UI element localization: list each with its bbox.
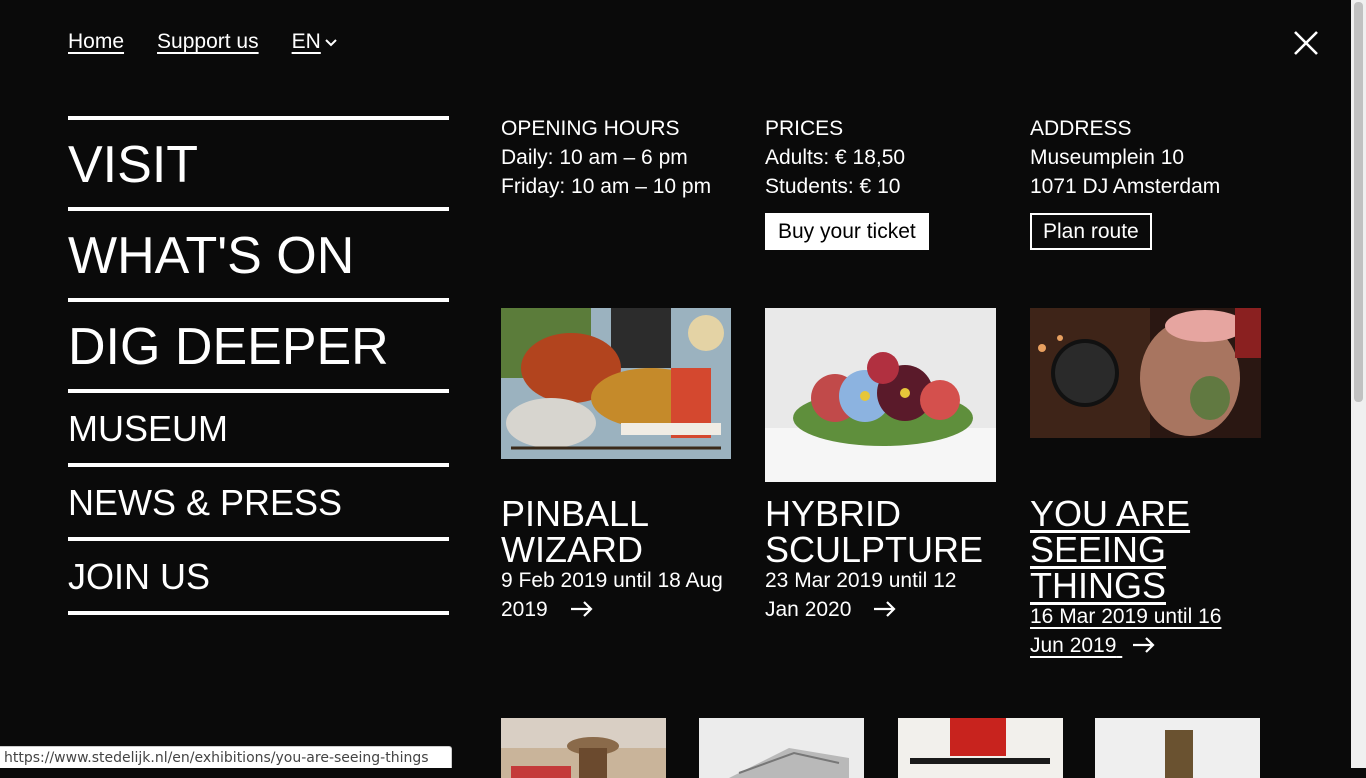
menu-item-label: NEWS & PRESS: [68, 482, 343, 523]
price-adults: Adults: € 18,50: [765, 146, 906, 169]
arrow-right-icon: [1133, 637, 1155, 653]
arrow-right-icon: [874, 601, 896, 617]
exhibition-image: [765, 308, 996, 482]
arrow-right-icon: [570, 601, 593, 617]
exhibition-card-you-are-seeing-things[interactable]: YOU ARE SEEING THINGS 16 Mar 2019 until 16…: [1030, 308, 1261, 657]
home-link[interactable]: Home: [68, 30, 124, 54]
exhibition-dates: 16 Mar 2019 until 16 Jun 2019: [1030, 605, 1222, 657]
opening-hours-daily: Daily: 10 am – 6 pm: [501, 146, 688, 169]
menu-item-museum[interactable]: MUSEUM: [68, 389, 449, 463]
address-city: 1071 DJ Amsterdam: [1030, 175, 1221, 198]
exhibition-title: PINBALL WIZARD: [501, 493, 650, 570]
exhibition-title: HYBRID SCULPTURE: [765, 493, 984, 570]
address-street: Museumplein 10: [1030, 146, 1185, 169]
opening-hours-title: OPENING HOURS: [501, 117, 680, 140]
top-nav: Home Support us EN: [68, 30, 337, 54]
menu-item-dig-deeper[interactable]: DIG DEEPER: [68, 298, 449, 389]
exhibition-thumbnail[interactable]: [1095, 718, 1260, 778]
menu-item-label: VISIT: [68, 136, 199, 194]
address: ADDRESS Museumplein 10 1071 DJ Amsterdam: [1030, 114, 1220, 201]
buy-ticket-button[interactable]: Buy your ticket: [765, 213, 929, 250]
menu-divider: [68, 611, 449, 615]
exhibition-thumbnail[interactable]: [501, 718, 666, 778]
exhibition-thumbnail[interactable]: [898, 718, 1063, 778]
menu-item-join-us[interactable]: JOIN US: [68, 537, 449, 611]
exhibition-image: [501, 308, 731, 459]
menu-item-label: WHAT'S ON: [68, 227, 355, 285]
exhibition-card-pinball-wizard[interactable]: PINBALL WIZARD 9 Feb 2019 until 18 Aug 20…: [501, 308, 732, 621]
menu-item-whats-on[interactable]: WHAT'S ON: [68, 207, 449, 298]
chevron-down-icon: [325, 39, 337, 47]
opening-hours-friday: Friday: 10 am – 10 pm: [501, 175, 712, 198]
close-icon[interactable]: [1293, 30, 1319, 56]
prices: PRICES Adults: € 18,50 Students: € 10: [765, 114, 905, 201]
menu-item-label: MUSEUM: [68, 408, 228, 449]
language-label: EN: [291, 30, 321, 53]
exhibition-card-hybrid-sculpture[interactable]: HYBRID SCULPTURE 23 Mar 2019 until 12 Jan…: [765, 308, 996, 621]
link-status-bar: https://www.stedelijk.nl/en/exhibitions/…: [0, 746, 452, 768]
exhibition-dates: 23 Mar 2019 until 12 Jan 2020: [765, 569, 957, 621]
language-selector[interactable]: EN: [292, 30, 337, 54]
prices-title: PRICES: [765, 117, 844, 140]
exhibition-image: [1030, 308, 1261, 438]
menu-item-visit[interactable]: VISIT: [68, 116, 449, 207]
support-us-link[interactable]: Support us: [157, 30, 259, 54]
address-title: ADDRESS: [1030, 117, 1132, 140]
menu-item-news-press[interactable]: NEWS & PRESS: [68, 463, 449, 537]
menu-item-label: JOIN US: [68, 556, 211, 597]
vertical-scrollbar[interactable]: [1351, 0, 1366, 768]
price-students: Students: € 10: [765, 175, 901, 198]
plan-route-button[interactable]: Plan route: [1030, 213, 1152, 250]
exhibition-title: YOU ARE SEEING THINGS: [1030, 493, 1191, 606]
exhibition-dates: 9 Feb 2019 until 18 Aug 2019: [501, 569, 723, 621]
menu-item-label: DIG DEEPER: [68, 318, 389, 376]
opening-hours: OPENING HOURS Daily: 10 am – 6 pm Friday…: [501, 114, 711, 201]
main-menu: VISIT WHAT'S ON DIG DEEPER MUSEUM NEWS &…: [68, 116, 449, 615]
exhibition-thumbnail[interactable]: [699, 718, 864, 778]
scrollbar-thumb[interactable]: [1354, 2, 1363, 402]
